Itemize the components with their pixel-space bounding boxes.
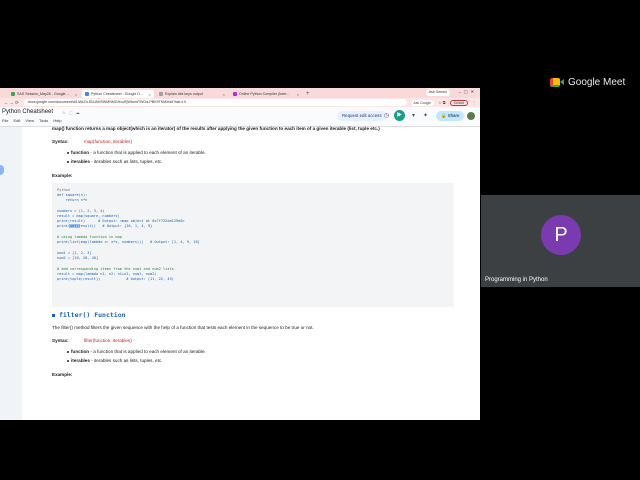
filter-example-label: Example: (52, 372, 73, 377)
history-icon[interactable]: ◷ (384, 112, 389, 119)
menu-view[interactable]: View (25, 118, 34, 123)
code-line: print(result) # Output: <map object at 0… (57, 219, 185, 223)
profile-button[interactable]: School (449, 99, 468, 106)
code-line: Python (57, 188, 70, 192)
docs-menubar: File Edit View Tools Help (2, 118, 62, 123)
star-icon[interactable]: ☆ ⬚ ☁ (62, 110, 81, 115)
bullet-dot (67, 360, 69, 362)
code-line: print(tuple(result)) # Output: (11, 22, … (57, 277, 174, 281)
map-code-block[interactable]: Python def square(n): return n*n numbers… (52, 183, 454, 307)
url-input[interactable]: docs.google.com/document/d/1IWLDLSNJAHSW… (23, 99, 407, 106)
menu-help[interactable]: Help (53, 118, 61, 123)
close-tab-icon[interactable]: × (297, 92, 299, 97)
extensions-icon[interactable]: ☆ ⧉ (438, 100, 446, 105)
gemini-icon[interactable]: ✦ (423, 112, 428, 119)
ask-google-button[interactable]: Ask Google (410, 99, 435, 106)
code-comment: # using lambda function in map (57, 235, 122, 239)
meet-camera-icon (550, 77, 564, 88)
filter-syntax-value: filter(function, iterables) (84, 338, 132, 343)
map-example-label: Example: (52, 173, 73, 178)
menu-tools[interactable]: Tools (39, 118, 48, 123)
account-avatar[interactable] (467, 112, 475, 120)
meet-logo-text: Google Meet (568, 77, 626, 88)
chevron-down-icon[interactable]: ▾ (412, 112, 415, 119)
document-page[interactable]: map() function returns a map object(whic… (22, 126, 480, 420)
code-line-selected: print(set(result)) # Output: {16, 1, 4, … (57, 224, 153, 228)
browser-tab[interactable]: Online Python Compiler (Inter... × (230, 90, 302, 98)
code-line: num1 = [1, 2, 3] (57, 251, 92, 255)
meet-call-icon[interactable]: ▶ (394, 110, 405, 121)
code-line: result = map(square, numbers) (57, 214, 120, 218)
browser-tab-active[interactable]: Python Cheatsheet - Google D... × (82, 90, 154, 98)
code-line: numbers = (1, 2, 3, 4) (57, 209, 105, 213)
document-canvas[interactable]: map() function returns a map object(whic… (0, 126, 480, 420)
new-tab-button[interactable]: + (304, 90, 312, 98)
filter-description: The filter() method filters the given se… (52, 325, 314, 330)
shared-screen: SAS Session_May26 - Google ... × Python C… (0, 88, 480, 420)
tab-favicon-icon (11, 92, 15, 96)
code-comment: # add corresponding items from the num1 … (57, 267, 174, 271)
browser-tab[interactable]: Explain dict keys output × (156, 90, 228, 98)
map-bullet-function: function - a function that is applied to… (71, 150, 206, 155)
browser-tab[interactable]: SAS Session_May26 - Google ... × (8, 90, 80, 98)
participant-name: Programming in Python (485, 277, 548, 283)
docs-header: Python Cheatsheet ☆ ⬚ ☁ File Edit View T… (0, 107, 480, 127)
code-line: print(list(map(lambda x: x*x, numbers)))… (57, 240, 200, 244)
filter-syntax-label: Syntax: (52, 338, 69, 343)
participant-tile[interactable]: P Programming in Python (481, 195, 640, 287)
bullet-dot (67, 351, 69, 353)
navigation-icons[interactable]: ←→⟳ (4, 100, 20, 106)
tab-favicon-icon (85, 92, 89, 96)
tab-favicon-icon (159, 92, 163, 96)
google-meet-logo: Google Meet (550, 77, 625, 88)
doc-title[interactable]: Python Cheatsheet (2, 109, 53, 115)
tab-favicon-icon (233, 92, 237, 96)
bullet-dot (67, 161, 69, 163)
window-controls[interactable]: –▢✕ (459, 89, 477, 94)
filter-bullet-iterables: iterables - iterables such as lists, tup… (71, 358, 163, 363)
filter-heading: filter() Function (52, 311, 126, 319)
share-button[interactable]: 🔒 Share (436, 111, 465, 121)
address-bar-row: ←→⟳ docs.google.com/document/d/1IWLDLSNJ… (0, 98, 480, 107)
close-tab-icon[interactable]: × (223, 92, 225, 97)
bullet-dot (67, 152, 69, 154)
ask-gemini-button[interactable]: Ask Gemini (425, 89, 450, 96)
map-intro-text: map() function returns a map object(whic… (52, 126, 380, 131)
close-tab-icon[interactable]: × (149, 92, 151, 97)
map-bullet-iterables: iterables - iterables such as lists, tup… (71, 159, 163, 164)
code-line: num2 = [10, 20, 40] (57, 256, 99, 260)
map-syntax-value: map(function, iterables) (84, 139, 133, 144)
browser-menu-icon[interactable]: ⋮ (472, 100, 476, 105)
menu-file[interactable]: File (2, 118, 8, 123)
participant-avatar: P (541, 215, 581, 255)
code-line: def square(n): (57, 193, 88, 197)
outline-toggle[interactable] (0, 165, 4, 175)
code-line: return n*n (57, 198, 88, 202)
close-tab-icon[interactable]: × (75, 92, 77, 97)
request-edit-access-button[interactable]: Request edit access (337, 111, 387, 121)
menu-edit[interactable]: Edit (13, 118, 20, 123)
code-line: result = map(lambda n1, n2: n1+n2, num1,… (57, 272, 157, 276)
map-syntax-label: Syntax: (52, 139, 69, 144)
browser-tabstrip: SAS Session_May26 - Google ... × Python C… (0, 88, 480, 98)
filter-bullet-function: function - a function that is applied to… (71, 349, 206, 354)
